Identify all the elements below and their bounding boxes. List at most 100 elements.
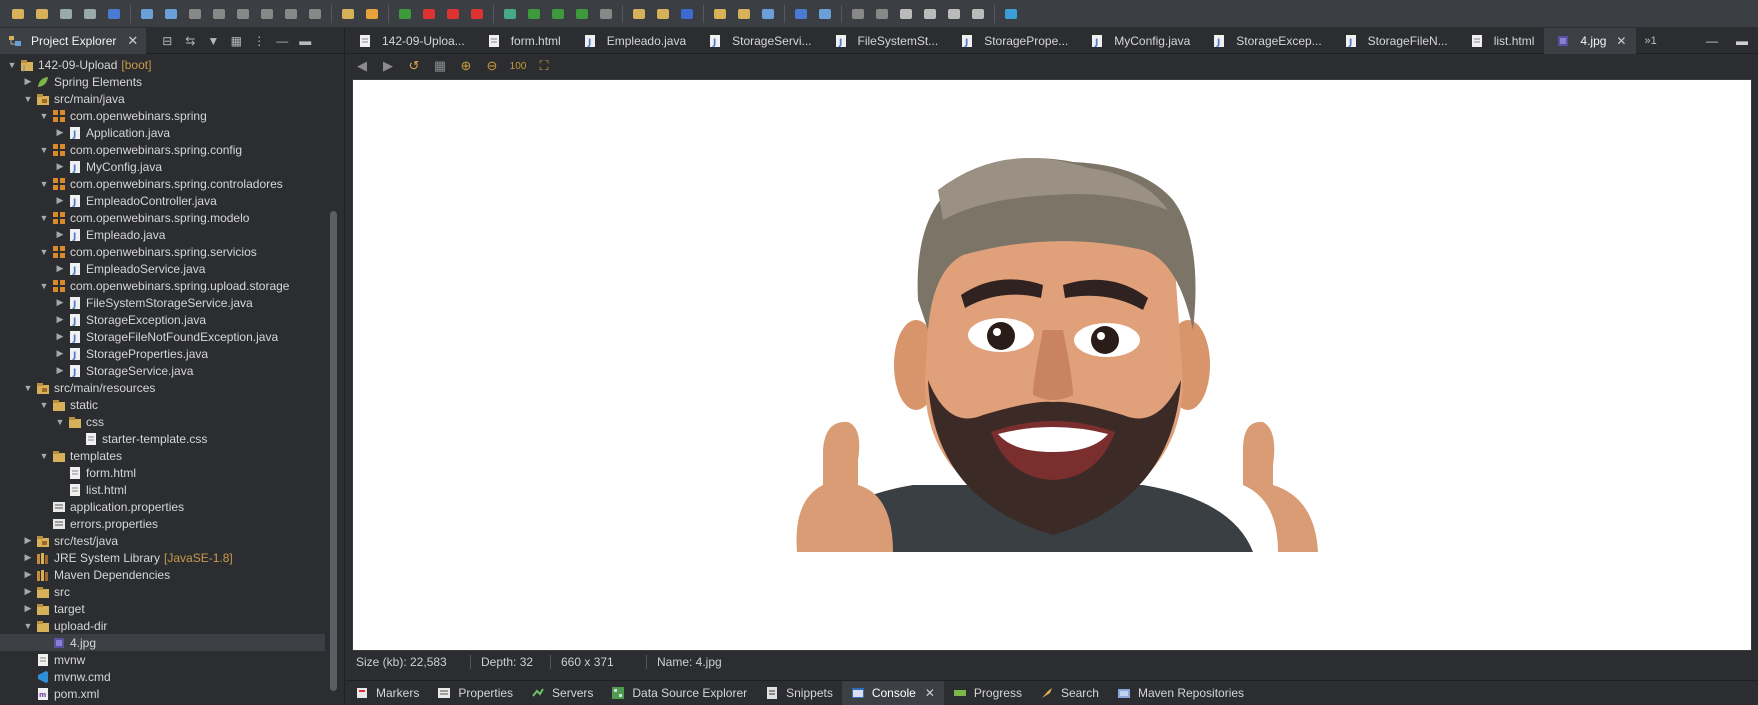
- tree-item[interactable]: ▶ J StorageException.java: [0, 311, 325, 328]
- tree-item[interactable]: ▼ com.openwebinars.spring.modelo: [0, 209, 325, 226]
- error-icon[interactable]: [468, 5, 486, 23]
- rotate-icon[interactable]: ↺: [406, 58, 422, 74]
- close-icon[interactable]: ✕: [925, 686, 935, 700]
- tree-item[interactable]: ▶ J StorageFileNotFoundException.java: [0, 328, 325, 345]
- chevron-down-icon[interactable]: ▼: [6, 60, 18, 70]
- chevron-down-icon[interactable]: ▼: [38, 281, 50, 291]
- tree-item[interactable]: ▶ target: [0, 600, 325, 617]
- editor-tab[interactable]: J Empleado.java: [571, 28, 696, 54]
- tree-item[interactable]: ▶ J FileSystemStorageService.java: [0, 294, 325, 311]
- annotation-next-icon[interactable]: [849, 5, 867, 23]
- chevron-right-icon[interactable]: ▶: [22, 76, 34, 87]
- chevron-right-icon[interactable]: ▶: [54, 331, 66, 342]
- link-icon[interactable]: [363, 5, 381, 23]
- tree-item[interactable]: ▼ com.openwebinars.spring: [0, 107, 325, 124]
- chevron-right-icon[interactable]: ▶: [54, 297, 66, 308]
- chevron-down-icon[interactable]: ▼: [22, 621, 34, 631]
- history-forward-icon[interactable]: [921, 5, 939, 23]
- tree-item[interactable]: ▼ J 142-09-Upload [boot]: [0, 56, 325, 73]
- chevron-right-icon[interactable]: ▶: [54, 161, 66, 172]
- maximize-icon[interactable]: ▬: [1736, 34, 1748, 48]
- spring-dashboard-icon[interactable]: [420, 5, 438, 23]
- web-browser-icon[interactable]: [792, 5, 810, 23]
- maximize-icon[interactable]: ▬: [298, 34, 312, 48]
- view-tab[interactable]: Search: [1031, 681, 1108, 705]
- step-into-icon[interactable]: [258, 5, 276, 23]
- tree-item[interactable]: mvnw: [0, 651, 325, 668]
- zoom-in-icon[interactable]: ⊕: [458, 58, 474, 74]
- view-tab[interactable]: Servers: [522, 681, 602, 705]
- annotation-prev-icon[interactable]: [873, 5, 891, 23]
- chevron-down-icon[interactable]: ▼: [38, 400, 50, 410]
- forward-icon[interactable]: ▶: [380, 58, 396, 74]
- explorer-scroll-thumb[interactable]: [330, 211, 337, 691]
- tree-item[interactable]: ▶ Maven Dependencies: [0, 566, 325, 583]
- tree-item[interactable]: ▶ Spring Elements: [0, 73, 325, 90]
- open-icon[interactable]: [33, 5, 51, 23]
- step-over-icon[interactable]: [282, 5, 300, 23]
- tree-item[interactable]: ▶ J Empleado.java: [0, 226, 325, 243]
- tab-project-explorer[interactable]: Project Explorer ✕: [0, 27, 147, 54]
- tree-item[interactable]: ▶ J EmpleadoController.java: [0, 192, 325, 209]
- step-return-icon[interactable]: [306, 5, 324, 23]
- search-icon[interactable]: [759, 5, 777, 23]
- new-java-project-icon[interactable]: [630, 5, 648, 23]
- editor-tab[interactable]: list.html: [1458, 28, 1545, 54]
- view-tab[interactable]: Snippets: [756, 681, 842, 705]
- collapse-all-icon[interactable]: ⊟: [160, 34, 174, 48]
- chevron-right-icon[interactable]: ▶: [54, 314, 66, 325]
- new-icon[interactable]: [9, 5, 27, 23]
- chevron-down-icon[interactable]: ▼: [22, 383, 34, 393]
- tree-item[interactable]: ▼ com.openwebinars.spring.config: [0, 141, 325, 158]
- editor-tab[interactable]: J StoragePrope...: [948, 28, 1078, 54]
- disconnect-icon[interactable]: [234, 5, 252, 23]
- new-package-icon[interactable]: [654, 5, 672, 23]
- pin-editor-icon[interactable]: [1002, 5, 1020, 23]
- editor-tab[interactable]: J StorageFileN...: [1332, 28, 1458, 54]
- tree-item[interactable]: ▼ src/main/resources: [0, 379, 325, 396]
- back-icon[interactable]: [945, 5, 963, 23]
- tree-item[interactable]: ▼ com.openwebinars.spring.servicios: [0, 243, 325, 260]
- view-tab[interactable]: Maven Repositories: [1108, 681, 1253, 705]
- new-class-icon[interactable]: [678, 5, 696, 23]
- image-canvas[interactable]: [352, 79, 1752, 651]
- focus-icon[interactable]: ▦: [229, 34, 243, 48]
- link-with-editor-icon[interactable]: ⇆: [183, 34, 197, 48]
- chevron-down-icon[interactable]: ▼: [22, 94, 34, 104]
- open-task-icon[interactable]: [735, 5, 753, 23]
- external-tools-icon[interactable]: [573, 5, 591, 23]
- editor-tab[interactable]: 4.jpg ✕: [1544, 27, 1637, 54]
- tree-item[interactable]: list.html: [0, 481, 325, 498]
- view-tab[interactable]: Markers: [346, 681, 428, 705]
- save-icon[interactable]: [57, 5, 75, 23]
- chevron-right-icon[interactable]: ▶: [54, 348, 66, 359]
- chevron-right-icon[interactable]: ▶: [54, 365, 66, 376]
- chevron-down-icon[interactable]: ▼: [54, 417, 66, 427]
- editor-tab[interactable]: 142-09-Uploa...: [346, 28, 475, 54]
- chevron-down-icon[interactable]: ▼: [38, 179, 50, 189]
- tree-item[interactable]: ▶ J MyConfig.java: [0, 158, 325, 175]
- tree-item[interactable]: mvnw.cmd: [0, 668, 325, 685]
- minimize-icon[interactable]: —: [275, 34, 289, 48]
- tree-item[interactable]: ▼ com.openwebinars.spring.controladores: [0, 175, 325, 192]
- chevron-right-icon[interactable]: ▶: [54, 127, 66, 138]
- suspend-icon[interactable]: [186, 5, 204, 23]
- chevron-down-icon[interactable]: ▼: [38, 111, 50, 121]
- editor-tab[interactable]: J MyConfig.java: [1078, 28, 1200, 54]
- resume-icon[interactable]: [162, 5, 180, 23]
- chevron-right-icon[interactable]: ▶: [54, 195, 66, 206]
- explorer-scrollbar[interactable]: [327, 56, 339, 705]
- minimize-icon[interactable]: —: [1706, 34, 1718, 48]
- chevron-down-icon[interactable]: ▼: [38, 145, 50, 155]
- fit-icon[interactable]: ▦: [432, 58, 448, 74]
- chevron-right-icon[interactable]: ▶: [22, 603, 34, 614]
- chevron-down-icon[interactable]: ▼: [38, 247, 50, 257]
- tree-item[interactable]: ▼ upload-dir: [0, 617, 325, 634]
- close-icon[interactable]: ✕: [127, 33, 138, 49]
- tree-item[interactable]: ▶ src/test/java: [0, 532, 325, 549]
- original-size-icon[interactable]: 100: [510, 58, 527, 74]
- tree-item[interactable]: ▼ com.openwebinars.spring.upload.storage: [0, 277, 325, 294]
- history-back-icon[interactable]: [897, 5, 915, 23]
- chevron-down-icon[interactable]: ▼: [38, 451, 50, 461]
- tree-item[interactable]: ▶ J StorageService.java: [0, 362, 325, 379]
